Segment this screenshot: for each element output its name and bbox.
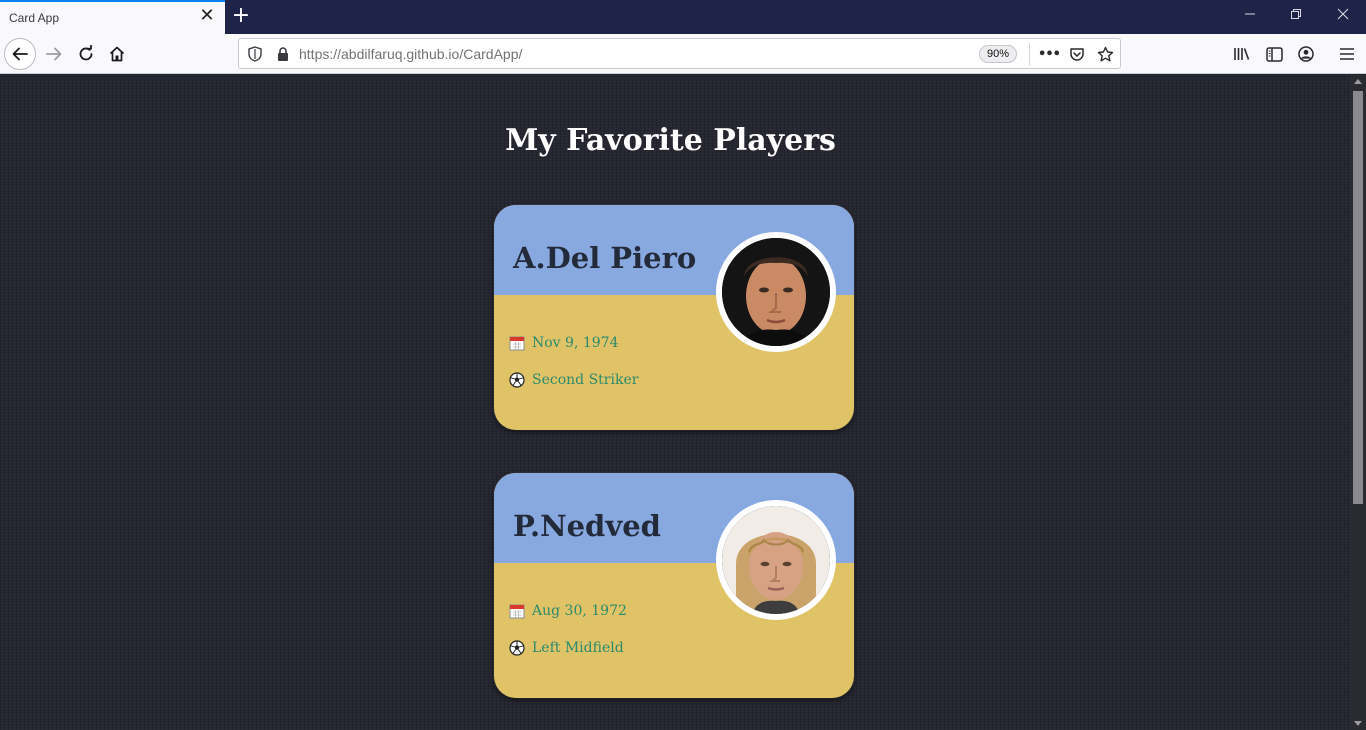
page-title: My Favorite Players: [505, 123, 836, 158]
address-bar[interactable]: https://abdilfaruq.github.io/CardApp/ 90…: [238, 38, 1121, 69]
tab-close-icon[interactable]: ✕: [199, 7, 215, 25]
player-photo: [722, 238, 830, 346]
home-button[interactable]: [101, 38, 133, 70]
url-path: /CardApp/: [459, 46, 523, 62]
lock-icon[interactable]: [271, 43, 295, 65]
navigation-toolbar: https://abdilfaruq.github.io/CardApp/ 90…: [0, 34, 1366, 74]
forward-arrow-icon: [46, 47, 62, 61]
reload-icon: [79, 45, 93, 61]
back-arrow-icon: [12, 47, 28, 61]
sidebar-icon[interactable]: [1262, 41, 1286, 67]
bookmark-star-icon[interactable]: [1093, 43, 1117, 65]
forward-button[interactable]: [38, 38, 70, 70]
zoom-level[interactable]: 90%: [979, 45, 1017, 63]
tab-title: Card App: [9, 11, 60, 25]
player-position: Left Midfield: [532, 640, 624, 656]
calendar-icon: [509, 335, 525, 351]
restore-icon[interactable]: [1273, 0, 1319, 34]
player-name: A.Del Piero: [513, 241, 697, 275]
scroll-up-arrow-icon[interactable]: [1354, 79, 1362, 84]
more-actions-icon[interactable]: •••: [1037, 43, 1061, 65]
soccer-ball-icon: [509, 640, 525, 656]
position-row: Second Striker: [509, 372, 638, 388]
player-card: A.Del Piero Nov 9, 1974 Second Striker: [494, 205, 854, 430]
player-avatar: [716, 232, 836, 352]
player-position: Second Striker: [532, 372, 639, 388]
shield-icon[interactable]: [243, 43, 267, 65]
library-icon[interactable]: [1230, 41, 1254, 67]
player-card: P.Nedved Aug 30, 1972 Left Midfield: [494, 473, 854, 698]
player-photo: [722, 506, 830, 614]
menu-icon[interactable]: [1335, 41, 1359, 67]
birth-date-row: Nov 9, 1974: [509, 335, 618, 351]
minimize-icon[interactable]: [1227, 0, 1273, 34]
birth-date: Nov 9, 1974: [532, 335, 619, 351]
new-tab-button[interactable]: +: [230, 4, 252, 28]
birth-date: Aug 30, 1972: [532, 603, 627, 619]
position-row: Left Midfield: [509, 640, 624, 656]
player-name: P.Nedved: [513, 509, 661, 543]
scroll-down-arrow-icon[interactable]: [1354, 721, 1362, 726]
player-avatar: [716, 500, 836, 620]
soccer-ball-icon: [509, 372, 525, 388]
birth-date-row: Aug 30, 1972: [509, 603, 627, 619]
account-icon[interactable]: [1294, 41, 1318, 67]
url-host: https://abdilfaruq.github.io: [299, 46, 460, 62]
home-icon: [109, 46, 125, 62]
tab-bar: Card App ✕ +: [0, 0, 1366, 34]
url-divider: [1029, 43, 1030, 65]
tab-card-app[interactable]: Card App ✕: [0, 0, 225, 34]
pocket-icon[interactable]: [1065, 43, 1089, 65]
reload-button[interactable]: [70, 38, 102, 70]
back-button[interactable]: [4, 38, 36, 70]
page-scrollbar[interactable]: [1350, 75, 1366, 730]
close-window-icon[interactable]: [1320, 0, 1366, 34]
scroll-thumb[interactable]: [1353, 91, 1363, 504]
calendar-icon: [509, 603, 525, 619]
url-text[interactable]: https://abdilfaruq.github.io/CardApp/: [299, 46, 522, 62]
page-content: My Favorite Players A.Del Piero Nov 9, 1…: [0, 75, 1350, 730]
